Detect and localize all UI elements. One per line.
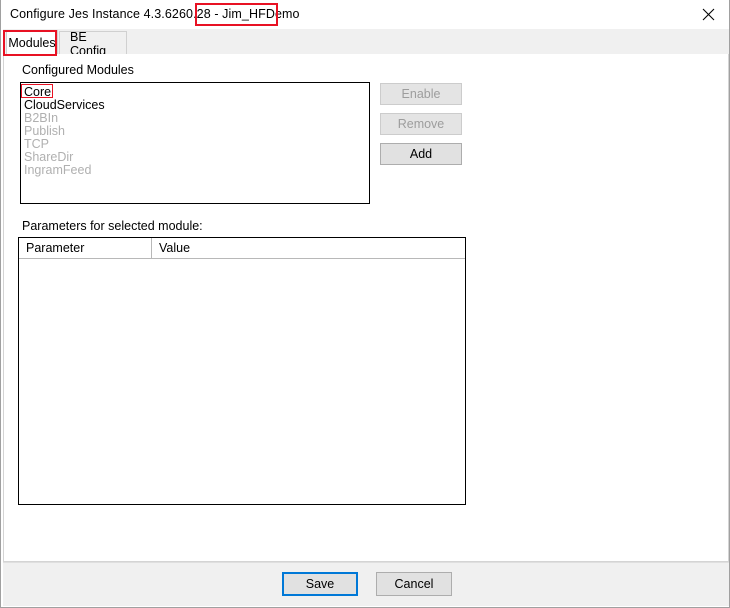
add-button[interactable]: Add (380, 143, 462, 165)
title-bar: Configure Jes Instance 4.3.6260.28 - Jim… (1, 0, 729, 29)
list-item[interactable]: IngramFeed (21, 164, 369, 177)
modules-tab-panel: Configured Modules Core CloudServices B2… (3, 54, 729, 562)
tab-modules-label: Modules (8, 36, 56, 50)
tab-modules[interactable]: Modules (6, 30, 58, 56)
remove-button[interactable]: Remove (380, 113, 462, 135)
configured-modules-list[interactable]: Core CloudServices B2BIn Publish TCP Sha… (20, 82, 370, 204)
close-button[interactable] (685, 0, 729, 29)
cancel-button-label: Cancel (394, 577, 434, 591)
parameters-label: Parameters for selected module: (22, 219, 203, 233)
list-item[interactable]: CloudServices (21, 99, 369, 112)
add-button-label: Add (409, 147, 433, 161)
column-header-parameter[interactable]: Parameter (19, 238, 152, 258)
configured-modules-label: Configured Modules (22, 63, 134, 77)
enable-button[interactable]: Enable (380, 83, 462, 105)
list-item[interactable]: TCP (21, 138, 369, 151)
parameters-table-body (19, 259, 465, 504)
list-item[interactable]: Publish (21, 125, 369, 138)
tab-strip: Modules BE Config (3, 29, 729, 58)
remove-button-label: Remove (397, 117, 445, 131)
column-header-value[interactable]: Value (152, 238, 465, 258)
cancel-button[interactable]: Cancel (376, 572, 452, 596)
configure-jes-instance-dialog: Configure Jes Instance 4.3.6260.28 - Jim… (0, 0, 730, 608)
close-icon (702, 8, 715, 21)
dialog-footer: Save Cancel (3, 562, 729, 606)
parameters-table[interactable]: Parameter Value (18, 237, 466, 505)
window-title: Configure Jes Instance 4.3.6260.28 - Jim… (10, 7, 300, 21)
save-button[interactable]: Save (282, 572, 358, 596)
enable-button-label: Enable (401, 87, 441, 101)
list-item[interactable]: B2BIn (21, 112, 369, 125)
save-button-label: Save (305, 577, 335, 591)
parameters-table-header: Parameter Value (19, 238, 465, 259)
tab-be-config[interactable]: BE Config (59, 30, 127, 58)
